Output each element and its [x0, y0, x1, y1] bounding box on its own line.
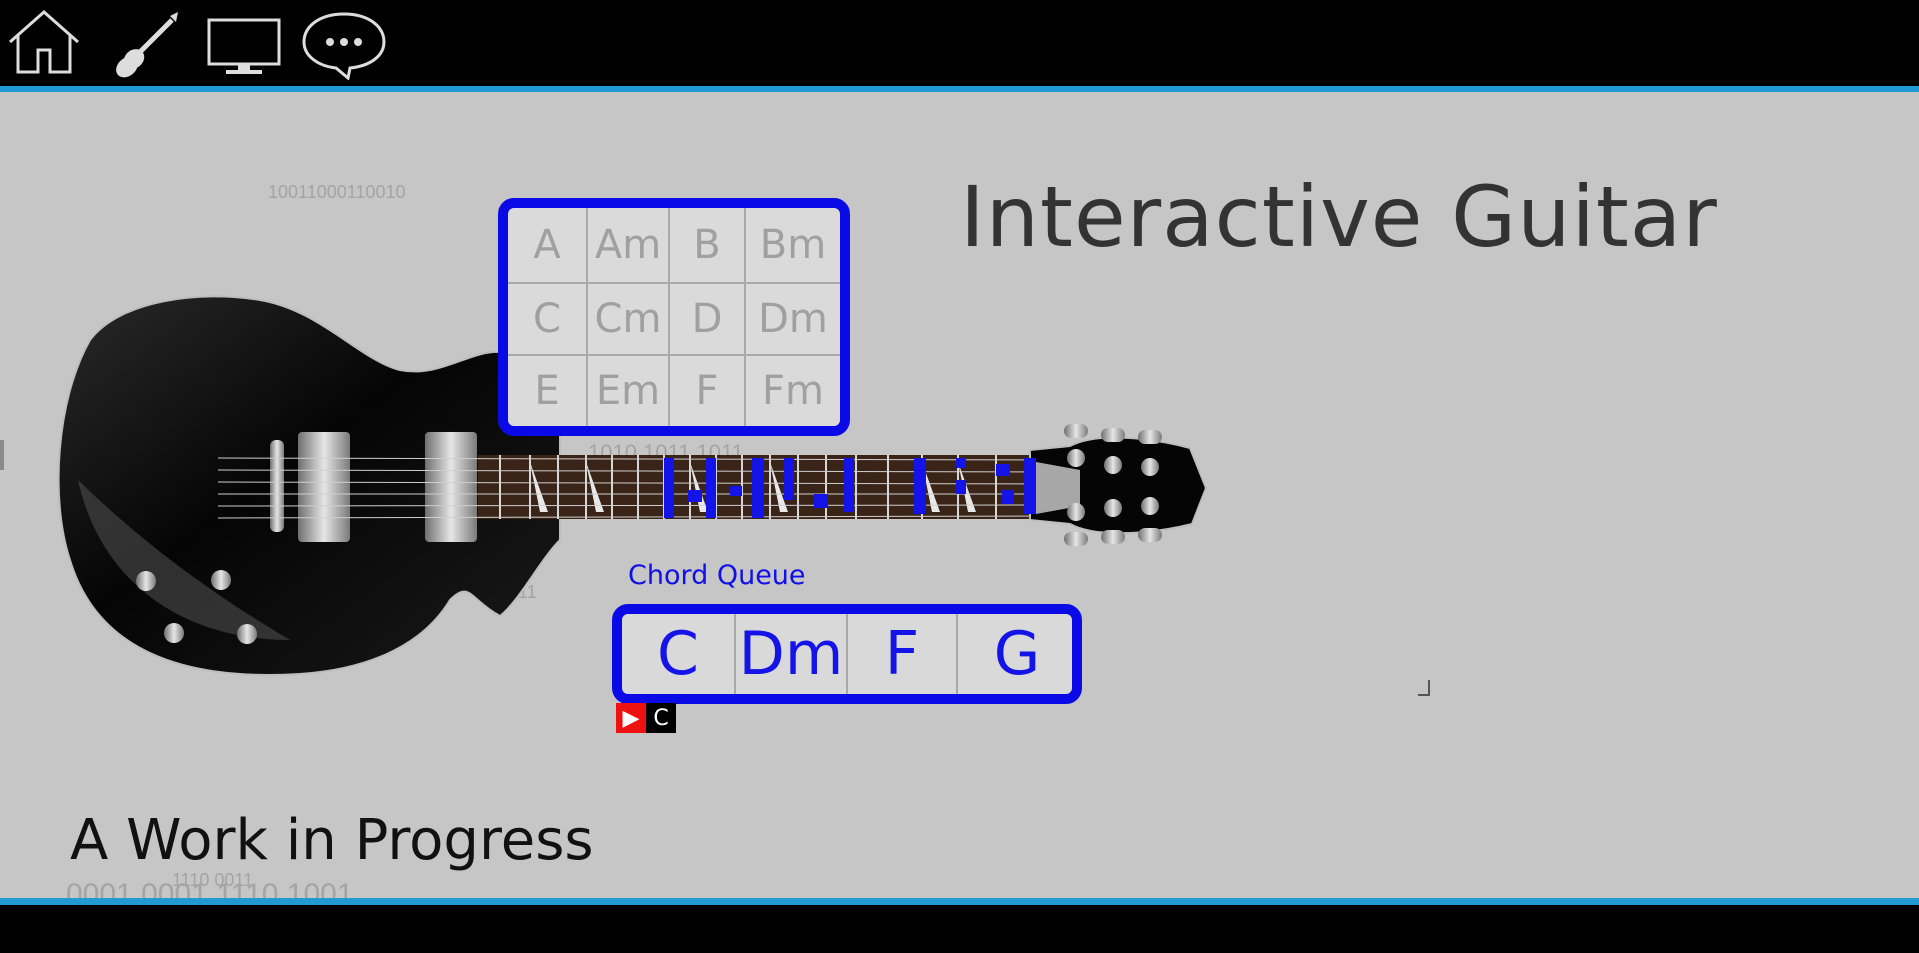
chord-button-fm[interactable]: Fm [746, 356, 840, 426]
chord-button-f[interactable]: F [670, 356, 746, 426]
play-icon: ▶ [622, 705, 640, 731]
current-chord-indicator: C [646, 703, 676, 733]
chord-button-dm[interactable]: Dm [746, 284, 840, 356]
queue-chord-item[interactable]: C [622, 614, 736, 694]
chord-queue-label: Chord Queue [628, 560, 806, 591]
left-edge-marker [0, 440, 4, 470]
chord-button-bm[interactable]: Bm [746, 208, 840, 284]
bottom-bar [0, 898, 1919, 953]
chord-button-am[interactable]: Am [588, 208, 670, 284]
page-title: Interactive Guitar [960, 168, 1718, 266]
chord-button-b[interactable]: B [670, 208, 746, 284]
chord-button-d[interactable]: D [670, 284, 746, 356]
chord-picker-grid: A Am B Bm C Cm D Dm E Em F Fm [498, 198, 850, 436]
chord-button-em[interactable]: Em [588, 356, 670, 426]
play-button[interactable]: ▶ [616, 703, 646, 733]
chord-button-c[interactable]: C [508, 284, 588, 356]
queue-chord-item[interactable]: Dm [736, 614, 848, 694]
chord-queue: C Dm F G [612, 604, 1082, 704]
chord-button-cm[interactable]: Cm [588, 284, 670, 356]
resize-corner-mark [1418, 680, 1430, 696]
queue-chord-item[interactable]: G [958, 614, 1072, 694]
queue-chord-item[interactable]: F [848, 614, 958, 694]
page-subtitle: A Work in Progress [70, 808, 594, 873]
chord-button-e[interactable]: E [508, 356, 588, 426]
chord-button-a[interactable]: A [508, 208, 588, 284]
